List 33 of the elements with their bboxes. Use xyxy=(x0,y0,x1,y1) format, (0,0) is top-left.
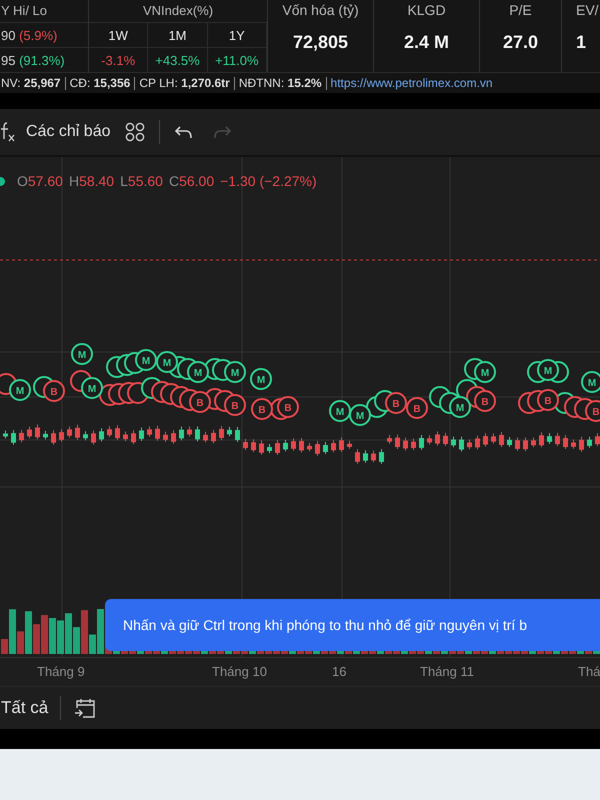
info-item: NV: 25,967 xyxy=(1,76,61,90)
ohlc-value: H58.40 xyxy=(68,173,114,189)
stat-label: P/E xyxy=(509,1,532,18)
hi-lo-value: 95 (91.3%) xyxy=(1,52,65,68)
period-label: 1W xyxy=(89,22,148,47)
stat-value: 27.0 xyxy=(502,32,538,53)
period-label: 1Y xyxy=(208,22,267,47)
axis-label: Tháng 11 xyxy=(420,664,474,679)
hi-lo-value: 90 (5.9%) xyxy=(1,28,58,42)
column-title: Y Hi/ Lo xyxy=(0,2,48,20)
period-label: 1M xyxy=(148,22,208,47)
axis-label: Thá xyxy=(578,664,600,679)
info-item: NĐTNN: 15.2% xyxy=(238,76,322,90)
stat-label: Vốn hóa (tỷ) xyxy=(282,1,359,18)
stat-value: 1 xyxy=(576,32,586,53)
stat-value: 2.4 M xyxy=(404,32,450,53)
info-item: CP LH: 1,270.6tr xyxy=(139,76,230,90)
period-change: -3.1% xyxy=(89,47,148,72)
info-item: CĐ: 15,356 xyxy=(70,76,130,90)
axis-label: Tháng 9 xyxy=(37,664,85,679)
hint-tooltip: Nhấn và giữ Ctrl trong khi phóng to thu nhỏ để giữ nguyên vị trí b xyxy=(105,599,600,651)
ohlc-value: O57.60 xyxy=(17,173,63,189)
column-title: VNIndex(%) xyxy=(142,2,214,20)
price-change: −1.30 (−2.27%) xyxy=(220,173,317,189)
stat-label: KLGD xyxy=(407,1,446,18)
ohlc-value: C56.00 xyxy=(168,173,214,189)
period-change: +43.5% xyxy=(148,47,208,72)
stat-label: EV/ xyxy=(576,1,599,18)
axis-label: 16 xyxy=(332,664,346,679)
ohlc-value: L55.60 xyxy=(120,173,163,189)
axis-label: Tháng 10 xyxy=(212,664,267,679)
stat-value: 72,805 xyxy=(292,32,348,53)
period-change: +11.0% xyxy=(208,47,267,72)
